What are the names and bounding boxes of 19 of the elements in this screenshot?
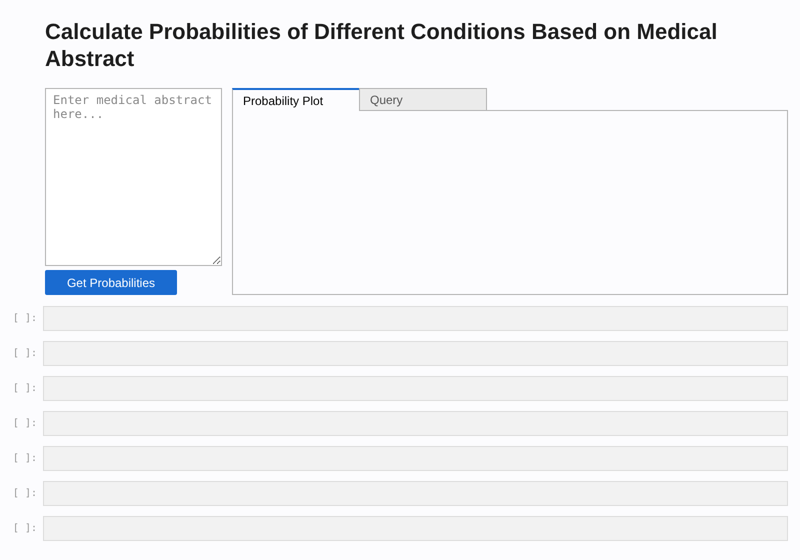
tab[interactable]: Probability Plot <box>232 88 360 111</box>
cell-prompt: [ ]: <box>12 383 37 394</box>
cell-prompt: [ ]: <box>12 313 37 324</box>
code-cell[interactable] <box>43 516 788 541</box>
code-cell[interactable] <box>43 306 788 331</box>
page-title: Calculate Probabilities of Different Conditions Based on Medical Abstract <box>45 18 718 72</box>
code-cell[interactable] <box>43 341 788 366</box>
tab[interactable]: Query <box>359 88 487 111</box>
code-cell[interactable] <box>43 481 788 506</box>
get-probabilities-button[interactable]: Get Probabilities <box>45 270 177 295</box>
code-cell[interactable] <box>43 446 788 471</box>
cell-prompt: [ ]: <box>12 418 37 429</box>
cell-prompt: [ ]: <box>12 488 37 499</box>
cell-prompt: [ ]: <box>12 453 37 464</box>
cell-prompt: [ ]: <box>12 348 37 359</box>
abstract-input-field[interactable]: Enter medical abstract here... <box>45 88 222 266</box>
code-cell[interactable] <box>43 411 788 436</box>
code-cell[interactable] <box>43 376 788 401</box>
cell-prompt: [ ]: <box>12 523 37 534</box>
